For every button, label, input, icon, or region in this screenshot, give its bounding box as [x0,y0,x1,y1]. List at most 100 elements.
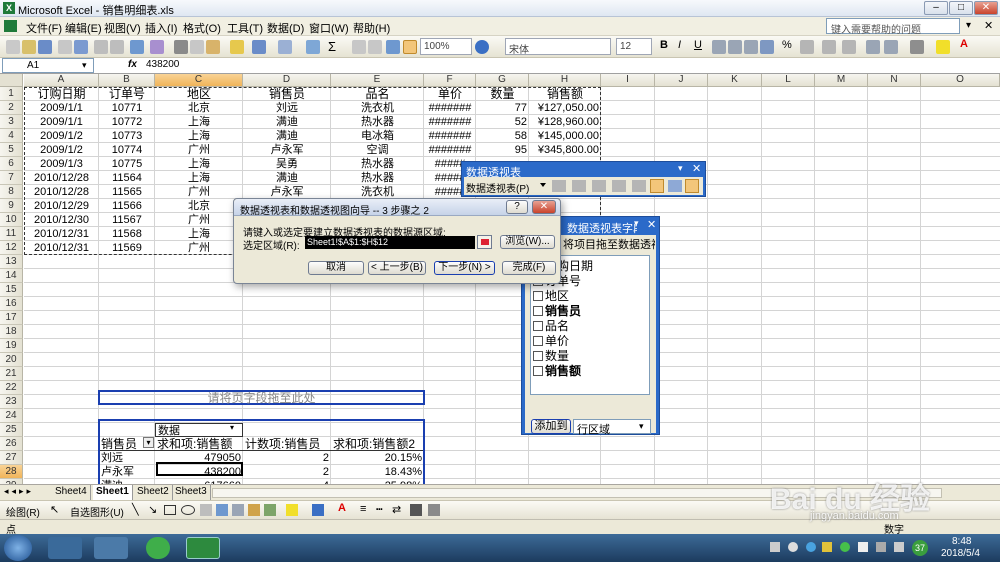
row-header[interactable]: 1 [0,87,23,101]
menu-window[interactable]: 窗口(W) [309,20,349,36]
pivot-page-drop-zone[interactable]: 请将页字段拖至此处 [98,390,425,405]
zoom-select[interactable]: 100% [420,38,472,55]
tray-icon[interactable] [840,542,850,552]
row-header[interactable]: 14 [0,269,23,283]
row-header[interactable]: 19 [0,339,23,353]
insert-function-icon[interactable]: fx [128,59,137,70]
align-right-icon[interactable] [744,40,758,54]
column-header[interactable]: J [655,74,708,87]
increase-indent-icon[interactable] [884,40,898,54]
row-header[interactable]: 28 [0,465,23,479]
row-header[interactable]: 24 [0,409,23,423]
pivot-menu-button[interactable]: 数据透视表(P) [466,180,529,195]
next-button[interactable]: 下一步(N) > [434,261,495,275]
fill-color-icon[interactable] [936,40,950,54]
cut-icon[interactable] [174,40,188,54]
tray-icon[interactable] [770,542,780,552]
rectangle-icon[interactable] [164,505,176,515]
network-icon[interactable] [876,542,886,552]
menu-insert[interactable]: 插入(I) [145,20,177,36]
drawing-icon[interactable] [403,40,417,54]
menu-format[interactable]: 格式(O) [183,20,221,36]
column-header[interactable]: F [424,74,476,87]
borders-icon[interactable] [910,40,924,54]
line-style-icon[interactable]: ≡ [360,503,366,515]
column-header[interactable]: N [868,74,921,87]
dialog-close-button[interactable]: ✕ [532,200,556,214]
copy-icon[interactable] [190,40,204,54]
comma-style-icon[interactable] [800,40,814,54]
open-icon[interactable] [22,40,36,54]
column-header[interactable]: E [331,74,424,87]
help-icon[interactable] [475,40,489,54]
row-header[interactable]: 13 [0,255,23,269]
row-header[interactable]: 12 [0,241,23,255]
tab-sheet4[interactable]: Sheet4 [52,485,91,500]
chevron-down-icon[interactable]: ▾ [82,60,87,71]
print-preview-icon[interactable] [110,40,124,54]
permission-icon[interactable] [58,40,72,54]
tray-icon[interactable] [806,542,816,552]
name-box[interactable]: A1 [2,58,94,73]
chevron-down-icon[interactable]: ▾ [966,20,971,31]
row-header[interactable]: 22 [0,381,23,395]
close-button[interactable]: ✕ [974,1,998,15]
row-header[interactable]: 17 [0,311,23,325]
volume-icon[interactable] [894,542,904,552]
hide-detail-icon[interactable] [592,180,606,192]
workbook-icon[interactable] [4,20,17,32]
browser-icon[interactable] [146,537,170,559]
row-header[interactable]: 8 [0,185,23,199]
row-header[interactable]: 15 [0,283,23,297]
spelling-icon[interactable] [130,40,144,54]
oval-icon[interactable] [181,505,195,515]
excel-taskbar-icon[interactable] [186,537,220,559]
media-player-icon[interactable] [48,537,82,559]
column-header[interactable]: M [815,74,868,87]
row-header[interactable]: 9 [0,199,23,213]
picture-icon[interactable] [264,504,276,516]
hyperlink-icon[interactable] [306,40,320,54]
menu-tools[interactable]: 工具(T) [227,20,263,36]
underline-icon[interactable]: U [694,39,702,51]
tray-badge[interactable]: 37 [912,540,928,556]
add-to-button[interactable]: 添加到 [531,419,571,434]
row-header[interactable]: 3 [0,115,23,129]
chevron-down-icon[interactable] [540,183,546,187]
line-color-icon[interactable] [312,504,324,516]
row-header[interactable]: 20 [0,353,23,367]
maximize-button[interactable]: □ [949,1,973,15]
undo-icon[interactable] [252,40,266,54]
back-button[interactable]: < 上一步(B) [368,261,426,275]
autoshapes-menu[interactable]: 自选图形(U) [70,504,124,519]
show-detail-icon[interactable] [612,180,626,192]
chevron-down-icon[interactable]: ▾ [639,421,644,432]
menu-edit[interactable]: 编辑(E) [65,20,102,36]
tray-icon[interactable] [858,542,868,552]
range-input[interactable]: Sheet1!$A$1:$H$12 [305,236,475,249]
row-header[interactable]: 11 [0,227,23,241]
diagram-icon[interactable] [232,504,244,516]
column-header[interactable]: K [708,74,762,87]
start-button[interactable] [4,535,32,561]
select-objects-icon[interactable]: ↖ [50,503,59,516]
font-color-icon[interactable]: A [338,502,346,514]
tab-scroll-arrows[interactable]: ◂◂▸▸ [4,486,34,497]
column-header[interactable]: I [601,74,655,87]
browse-button[interactable]: 浏览(W)... [500,235,555,249]
format-painter-icon[interactable] [230,40,244,54]
row-header[interactable]: 27 [0,451,23,465]
tab-sheet1[interactable]: Sheet1 [93,485,133,500]
textbox-icon[interactable] [200,504,212,516]
row-header[interactable]: 10 [0,213,23,227]
row-header[interactable]: 6 [0,157,23,171]
chevron-down-icon[interactable]: ▾ [678,163,683,174]
autosum-icon[interactable]: Σ [328,39,336,54]
sort-desc-icon[interactable] [368,40,382,54]
pivot-chart-icon[interactable] [572,180,586,192]
italic-icon[interactable]: I [678,39,681,51]
menu-file[interactable]: 文件(F) [26,20,62,36]
sort-asc-icon[interactable] [352,40,366,54]
align-center-icon[interactable] [728,40,742,54]
row-header[interactable]: 26 [0,437,23,451]
